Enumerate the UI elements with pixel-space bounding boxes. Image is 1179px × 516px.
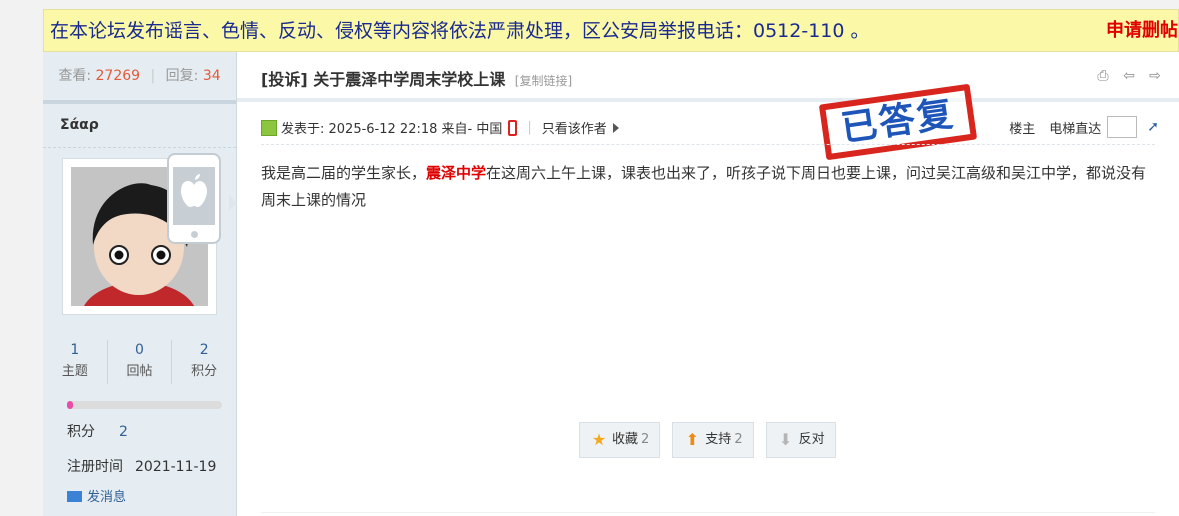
points-value: 2 xyxy=(119,424,128,440)
posted-on-text: 发表于: 2025-6-12 22:18 来自- 中国 xyxy=(281,122,503,137)
answered-stamp: 已答复 xyxy=(818,83,978,161)
post-main: [投诉] 关于震泽中学周末学校上课 [复制链接] ⎙ ⇦ ⇨ 发表于: 2025… xyxy=(237,52,1179,516)
support-button[interactable]: ⬆ 支持 2 xyxy=(672,422,754,458)
post-actions: ★ 收藏 2 ⬆ 支持 2 ⬇ 反对 xyxy=(579,422,836,458)
post-meta: 发表于: 2025-6-12 22:18 来自- 中国 | 只看该作者 xyxy=(261,118,619,137)
apple-icon xyxy=(173,167,215,225)
views-label: 查看: xyxy=(58,68,92,84)
notice-text: 在本论坛发布谣言、色情、反动、侵权等内容将依法严肃处理，区公安局举报电话：051… xyxy=(50,20,870,42)
count-points-label: 积分 xyxy=(191,364,218,379)
author-name[interactable]: Σάαρ xyxy=(43,104,236,148)
views-count: 27269 xyxy=(95,68,141,84)
registration-label: 注册时间 xyxy=(67,459,123,475)
prev-thread-icon[interactable]: ⇦ xyxy=(1121,68,1137,84)
copy-link-button[interactable]: [复制链接] xyxy=(515,74,572,88)
author-sidebar: 查看: 27269 | 回复: 34 Σάαρ 1 主题 0 回帖 2 积分 积… xyxy=(43,52,237,516)
favorite-count: 2 xyxy=(641,432,650,447)
title-tools: ⎙ ⇦ ⇨ xyxy=(1095,68,1163,84)
count-replies-value[interactable]: 0 xyxy=(108,340,172,360)
caret-right-icon xyxy=(612,122,619,133)
star-icon: ★ xyxy=(591,430,607,449)
count-topics-value[interactable]: 1 xyxy=(43,340,107,360)
replies-label: 回复: xyxy=(165,68,199,84)
points-label: 积分 xyxy=(67,424,95,440)
arrow-down-icon: ⬇ xyxy=(778,430,793,449)
post-title: [投诉] 关于震泽中学周末学校上课 xyxy=(261,70,506,89)
jump-floor-input[interactable] xyxy=(1107,116,1138,138)
envelope-icon xyxy=(67,491,82,502)
only-author-link[interactable]: 只看该作者 xyxy=(542,118,607,137)
mobile-device-icon xyxy=(167,153,221,244)
notice-banner: 在本论坛发布谣言、色情、反动、侵权等内容将依法严肃处理，区公安局举报电话：051… xyxy=(43,9,1179,52)
count-replies[interactable]: 0 回帖 xyxy=(108,340,173,384)
floor-owner-label: 楼主 xyxy=(1009,121,1036,137)
home-button-icon xyxy=(191,231,198,238)
callout-arrow-icon xyxy=(229,195,237,211)
mobile-post-icon xyxy=(508,119,518,136)
report-delete-link[interactable]: 申请删帖 xyxy=(1106,10,1178,51)
jump-go-icon[interactable]: ➚ xyxy=(1147,119,1159,135)
next-thread-icon[interactable]: ⇨ xyxy=(1147,68,1163,84)
oppose-label: 反对 xyxy=(798,432,825,447)
post-title-row: [投诉] 关于震泽中学周末学校上课 [复制链接] xyxy=(261,66,572,90)
author-counts: 1 主题 0 回帖 2 积分 xyxy=(43,340,236,384)
meta-separator: | xyxy=(527,120,532,135)
count-topics-label: 主题 xyxy=(61,364,88,379)
points-row: 积分 2 xyxy=(67,421,128,441)
user-online-icon xyxy=(261,119,277,136)
favorite-label: 收藏 xyxy=(612,432,639,447)
arrow-up-icon: ⬆ xyxy=(685,430,699,449)
level-progress-fill xyxy=(67,401,73,409)
support-count: 2 xyxy=(734,432,743,447)
post-bottom-divider xyxy=(261,512,1155,513)
favorite-button[interactable]: ★ 收藏 2 xyxy=(579,422,661,458)
registration-row: 注册时间 2021-11-19 xyxy=(67,456,216,476)
registration-date: 2021-11-19 xyxy=(135,459,217,475)
post-content: 我是高二届的学生家长，震泽中学在这周六上午上课，课表也出来了，听孩子说下周日也要… xyxy=(261,160,1161,214)
thread-stats: 查看: 27269 | 回复: 34 xyxy=(43,52,236,104)
support-label: 支持 xyxy=(705,432,732,447)
stats-separator: | xyxy=(150,68,156,84)
content-highlight-link[interactable]: 震泽中学 xyxy=(426,164,486,182)
send-message-button[interactable]: 发消息 xyxy=(67,486,126,505)
jump-floor-label: 电梯直达 xyxy=(1049,121,1102,137)
replies-count: 34 xyxy=(202,68,221,84)
oppose-button[interactable]: ⬇ 反对 xyxy=(765,422,836,458)
title-divider xyxy=(237,98,1179,102)
content-part-1: 我是高二届的学生家长， xyxy=(261,164,427,182)
count-points[interactable]: 2 积分 xyxy=(172,340,236,384)
count-replies-label: 回帖 xyxy=(126,364,153,379)
count-topics[interactable]: 1 主题 xyxy=(43,340,108,384)
send-message-label: 发消息 xyxy=(87,490,127,505)
print-icon[interactable]: ⎙ xyxy=(1095,68,1111,84)
floor-tools: 楼主 电梯直达 ➚ xyxy=(1009,116,1159,138)
count-points-value[interactable]: 2 xyxy=(172,340,236,360)
level-progress-bar xyxy=(67,401,222,409)
content-divider xyxy=(261,144,1155,145)
